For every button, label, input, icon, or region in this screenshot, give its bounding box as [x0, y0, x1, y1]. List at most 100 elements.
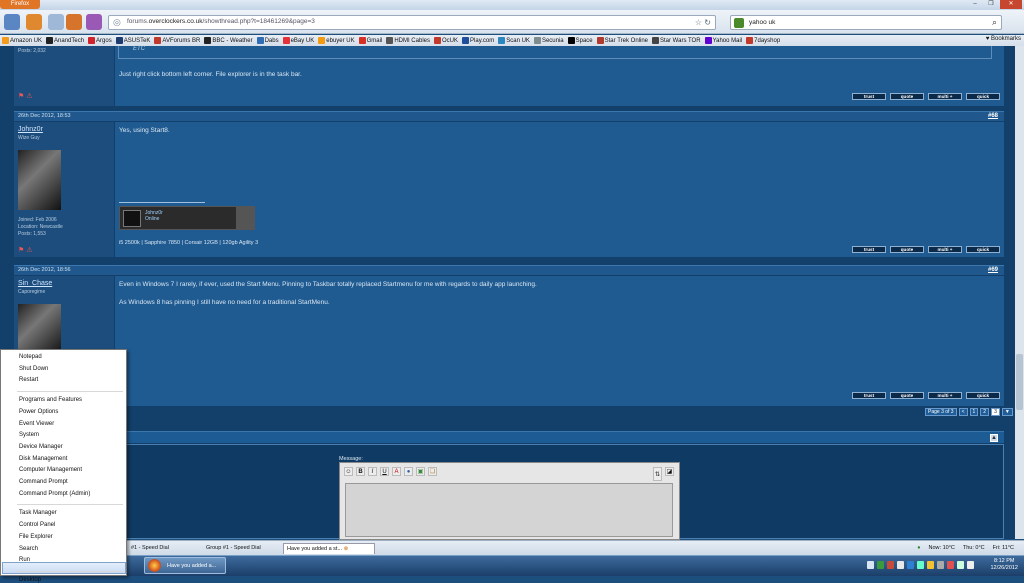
network-icon[interactable]: [957, 561, 964, 569]
menu-item-event-viewer[interactable]: Event Viewer: [19, 421, 54, 427]
multi-quote-button[interactable]: multi +: [928, 93, 962, 100]
trust-button[interactable]: trust: [852, 246, 886, 253]
quote-icon[interactable]: ❏: [428, 467, 437, 476]
collapse-icon[interactable]: ▲: [990, 434, 998, 442]
reputation-icon[interactable]: ⚑ ⚠: [18, 246, 33, 254]
restore-button[interactable]: ❐: [984, 0, 998, 9]
avatar[interactable]: [18, 150, 61, 210]
bookmark-item[interactable]: Secunia: [533, 37, 564, 44]
bookmark-item[interactable]: AVForums BR: [154, 37, 200, 44]
menu-item-command-prompt[interactable]: Command Prompt: [19, 479, 68, 485]
page-count-label[interactable]: Page 3 of 3: [925, 408, 957, 416]
close-button[interactable]: ✕: [1000, 0, 1022, 9]
menu-item-disk-management[interactable]: Disk Management: [19, 456, 67, 462]
group-tab[interactable]: Group #1 - Speed Dial: [203, 543, 281, 554]
bookmark-item[interactable]: Gmail: [358, 37, 382, 44]
bookmark-item[interactable]: Argos: [88, 37, 112, 44]
bookmark-item[interactable]: AnandTech: [46, 37, 84, 44]
bookmark-item[interactable]: Play.com: [462, 37, 494, 44]
search-input[interactable]: yahoo uk: [749, 19, 775, 26]
bookmark-item[interactable]: HDMI Cables: [386, 37, 430, 44]
close-tab-icon[interactable]: ⊗: [344, 546, 349, 552]
taskbar-clock[interactable]: 8:12 PM 12/26/2012: [990, 558, 1018, 572]
resize-arrows-icon[interactable]: ⇅: [653, 467, 662, 481]
reputation-icon[interactable]: ⚑ ⚠: [18, 92, 33, 100]
multi-quote-button[interactable]: multi +: [928, 246, 962, 253]
menu-item-run[interactable]: Run: [19, 557, 30, 563]
menu-item-system[interactable]: System: [19, 432, 39, 438]
page-link-1[interactable]: 1: [969, 408, 979, 416]
bookmark-item[interactable]: ebuyer UK: [318, 37, 355, 44]
firefox-menu-button[interactable]: Firefox: [0, 0, 40, 9]
menu-item-computer-management[interactable]: Computer Management: [19, 467, 82, 473]
menu-item-desktop[interactable]: Desktop: [19, 577, 41, 583]
quote-button[interactable]: quote: [890, 93, 924, 100]
steam-signature-card[interactable]: Johnz0r Online: [119, 206, 255, 230]
quote-button[interactable]: quote: [890, 246, 924, 253]
font-color-button[interactable]: A: [392, 467, 401, 476]
bookmark-item[interactable]: BBC - Weather: [204, 37, 253, 44]
bookmarks-menu[interactable]: ♥ Bookmarks: [986, 36, 1021, 42]
menu-item-command-prompt-admin[interactable]: Command Prompt (Admin): [19, 491, 90, 497]
tray-app-icon[interactable]: [877, 561, 884, 569]
bookmark-item[interactable]: Yahoo Mail: [704, 37, 742, 44]
menu-item-notepad[interactable]: Notepad: [19, 354, 42, 360]
message-textarea[interactable]: [345, 483, 673, 537]
avatar[interactable]: [18, 304, 61, 354]
home-icon[interactable]: [26, 14, 42, 30]
bookmark-item[interactable]: Star Trek Online: [596, 37, 648, 44]
volume-icon[interactable]: [967, 561, 974, 569]
bookmark-item[interactable]: Amazon UK: [2, 37, 42, 44]
search-icon[interactable]: ⌕: [992, 17, 997, 28]
bookmark-item[interactable]: Dabs: [256, 37, 279, 44]
trust-button[interactable]: trust: [852, 93, 886, 100]
speed-dial-icon[interactable]: [86, 14, 102, 30]
tray-up-arrow-icon[interactable]: [867, 561, 874, 569]
username-link[interactable]: Johnz0r: [18, 126, 43, 133]
menu-item-search[interactable]: Search: [19, 546, 38, 552]
tray-app-icon[interactable]: [917, 561, 924, 569]
url-bar[interactable]: ◎ forums.overclockers.co.uk/showthread.p…: [108, 15, 716, 30]
page-prev-link[interactable]: <: [958, 408, 968, 416]
italic-button[interactable]: I: [368, 467, 377, 476]
bookmark-item[interactable]: Scan UK: [498, 37, 530, 44]
bold-button[interactable]: B: [356, 467, 365, 476]
link-icon[interactable]: ●: [404, 467, 413, 476]
smiley-icon[interactable]: ☺: [344, 467, 353, 476]
menu-item-task-manager[interactable]: Task Manager: [19, 510, 57, 516]
search-bar[interactable]: yahoo uk ⌕: [730, 15, 1002, 30]
underline-button[interactable]: U: [380, 467, 389, 476]
menu-item-power-options[interactable]: Power Options: [19, 409, 58, 415]
multi-quote-button[interactable]: multi +: [928, 392, 962, 399]
bookmark-item[interactable]: OcUK: [434, 37, 458, 44]
switch-editor-icon[interactable]: ◪: [665, 467, 674, 476]
page-menu-arrow[interactable]: ▼: [1001, 408, 1013, 416]
bookmark-item[interactable]: Star Wars TOR: [652, 37, 701, 44]
quick-reply-button[interactable]: quick: [966, 246, 1000, 253]
username-link[interactable]: Sin_Chase: [18, 280, 52, 287]
search-engine-icon[interactable]: [734, 18, 744, 28]
scrollbar-thumb[interactable]: [1016, 354, 1023, 410]
post-number-link[interactable]: #69: [988, 266, 998, 275]
tray-app-icon[interactable]: [927, 561, 934, 569]
quick-reply-button[interactable]: quick: [966, 93, 1000, 100]
group-tab[interactable]: #1 - Speed Dial: [128, 543, 200, 554]
menu-item-control-panel[interactable]: Control Panel: [19, 522, 55, 528]
page-link-2[interactable]: 2: [980, 408, 990, 416]
bookmark-item[interactable]: Space: [567, 37, 593, 44]
minimize-button[interactable]: –: [968, 0, 982, 9]
bookmark-item[interactable]: eBay UK: [282, 37, 314, 44]
bookmark-star-icon[interactable]: ☆ ↻: [695, 18, 711, 27]
weather-forecast[interactable]: ● Now: 10°C Thu: 0°C Fri: 11°C: [917, 543, 1014, 554]
menu-item-programs-and-features[interactable]: Programs and Features: [19, 397, 82, 403]
menu-item-file-explorer[interactable]: File Explorer: [19, 534, 53, 540]
trust-button[interactable]: trust: [852, 392, 886, 399]
menu-item-shut-down[interactable]: Shut Down: [19, 366, 48, 372]
tray-app-icon[interactable]: [897, 561, 904, 569]
quote-button[interactable]: quote: [890, 392, 924, 399]
tray-app-icon[interactable]: [947, 561, 954, 569]
quick-reply-button[interactable]: quick: [966, 392, 1000, 399]
downloads-icon[interactable]: [48, 14, 64, 30]
page-scrollbar[interactable]: [1015, 46, 1024, 539]
group-tab-active[interactable]: Have you added a st... ⊗: [283, 543, 375, 554]
